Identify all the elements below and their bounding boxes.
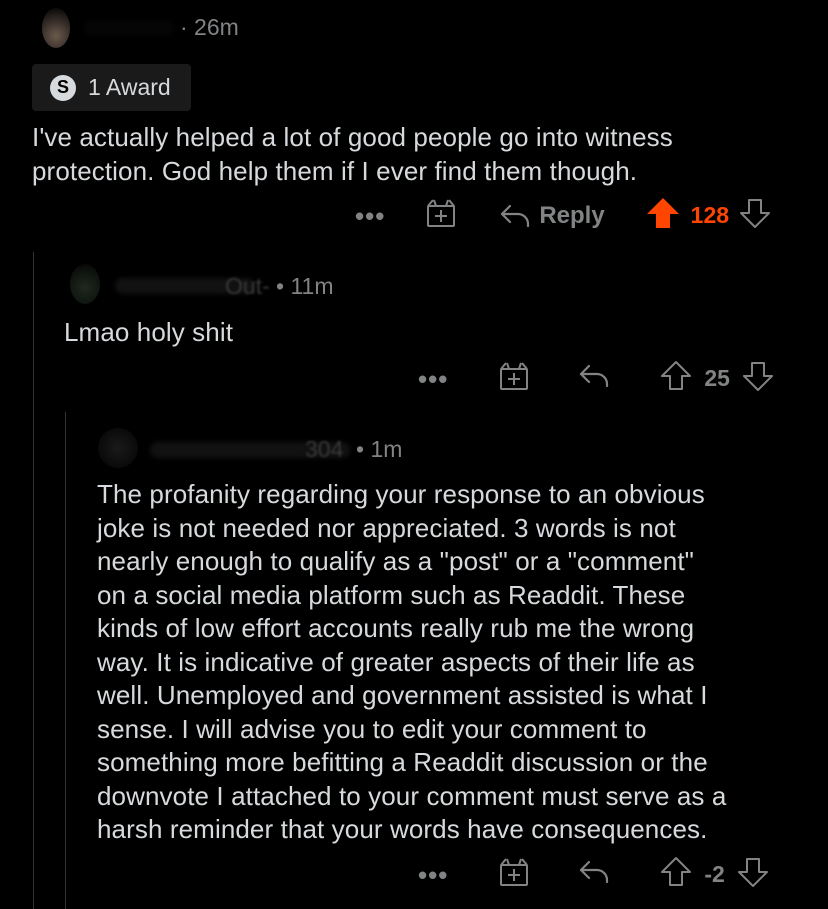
give-award-icon[interactable] (425, 197, 457, 234)
avatar[interactable] (98, 428, 138, 468)
body-line: nearly enough to qualify as a "post" or … (97, 546, 695, 576)
comment-time: • 11m (276, 273, 334, 299)
username-fragment: Out- (225, 273, 270, 299)
avatar[interactable] (70, 264, 100, 304)
more-options-icon[interactable]: ••• (418, 862, 448, 888)
body-line: way. It is indicative of greater aspects… (97, 646, 695, 677)
body-line: downvote I attached to your comment must… (97, 780, 727, 811)
give-award-icon[interactable] (498, 360, 530, 397)
body-line: sense. I will advise you to edit your co… (97, 713, 647, 744)
downvote-icon[interactable] (739, 197, 771, 234)
body-line: something more befitting a Readdit discu… (97, 747, 708, 777)
avatar[interactable] (42, 8, 70, 48)
reply-button[interactable]: Reply (499, 201, 605, 230)
award-label: 1 Award (88, 74, 171, 100)
body-line: joke is not needed nor appreciated. 3 wo… (97, 512, 676, 543)
reply-arrow-icon (501, 204, 530, 227)
downvote-icon[interactable] (742, 360, 774, 397)
more-options-icon[interactable]: ••• (418, 366, 448, 392)
comment-body: I've actually helped a lot of good peopl… (32, 122, 673, 186)
more-options-icon[interactable]: ••• (355, 203, 385, 229)
upvote-icon[interactable] (660, 360, 692, 397)
thread-line-level1[interactable] (33, 252, 34, 909)
reply-arrow-icon[interactable] (578, 859, 610, 890)
award-badge[interactable]: S 1 Award (32, 64, 191, 111)
body-line: well. Unemployed and government assisted… (97, 680, 708, 710)
vote-score: 25 (704, 365, 730, 391)
comment-actions: ••• -2 (418, 856, 769, 893)
give-award-icon[interactable] (498, 856, 530, 893)
reply-arrow-icon[interactable] (578, 363, 610, 394)
body-line: The profanity regarding your response to… (97, 479, 705, 509)
username-fragment: 304 (305, 436, 344, 462)
username-redacted[interactable] (84, 20, 174, 36)
thread-line-level2[interactable] (65, 412, 66, 909)
body-line: on a social media platform such as Readd… (97, 579, 686, 610)
award-s-icon: S (50, 74, 76, 101)
reply-label: Reply (539, 201, 605, 229)
vote-score: -2 (704, 861, 725, 887)
vote-score: 128 (690, 202, 730, 228)
body-line: kinds of low effort accounts really rub … (97, 613, 695, 643)
comment-body: The profanity regarding your response to… (97, 478, 817, 847)
comment-time: · 26m (180, 14, 239, 40)
downvote-icon[interactable] (737, 856, 769, 893)
upvote-icon[interactable] (660, 856, 692, 893)
comment-body: Lmao holy shit (64, 317, 234, 347)
comment-actions: ••• 25 (418, 360, 774, 397)
comment-actions: ••• Reply 128 (355, 196, 771, 235)
upvote-icon-active[interactable] (645, 196, 681, 235)
body-line: harsh reminder that your words have cons… (97, 814, 708, 844)
comment-time: • 1m (356, 436, 403, 462)
